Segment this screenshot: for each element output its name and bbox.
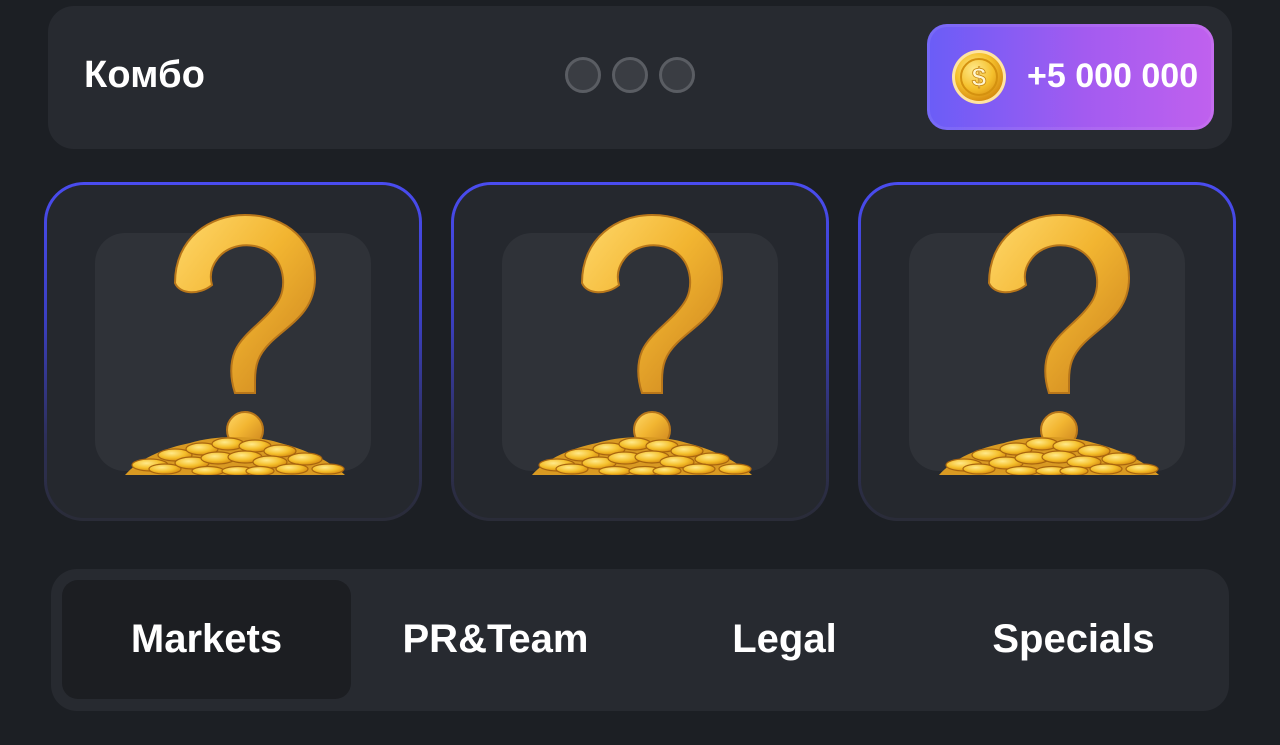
combo-reward-button[interactable]: $ +5 000 000 xyxy=(927,24,1214,130)
question-mark-coins-icon xyxy=(120,203,350,475)
progress-dot xyxy=(565,57,601,93)
combo-card[interactable] xyxy=(858,182,1236,521)
question-mark-coins-icon xyxy=(934,203,1164,475)
coin-icon: $ xyxy=(952,50,1006,104)
tab-legal[interactable]: Legal xyxy=(640,580,929,699)
card-body xyxy=(47,185,419,518)
tab-markets[interactable]: Markets xyxy=(62,580,351,699)
category-tabs: Markets PR&Team Legal Specials xyxy=(51,569,1229,711)
tab-pr-team[interactable]: PR&Team xyxy=(351,580,640,699)
combo-progress-dots xyxy=(565,57,695,93)
svg-text:$: $ xyxy=(972,62,987,92)
reward-amount: +5 000 000 xyxy=(1027,57,1199,95)
progress-dot xyxy=(612,57,648,93)
combo-card[interactable] xyxy=(451,182,829,521)
progress-dot xyxy=(659,57,695,93)
combo-header: Комбо $ +5 000 000 xyxy=(48,6,1232,149)
tab-specials[interactable]: Specials xyxy=(929,580,1218,699)
combo-title: Комбо xyxy=(84,54,206,96)
card-body xyxy=(454,185,826,518)
question-mark-coins-icon xyxy=(527,203,757,475)
combo-screen: Комбо $ +5 000 000 Markets PR&Team Legal… xyxy=(0,0,1280,745)
card-body xyxy=(861,185,1233,518)
combo-card[interactable] xyxy=(44,182,422,521)
